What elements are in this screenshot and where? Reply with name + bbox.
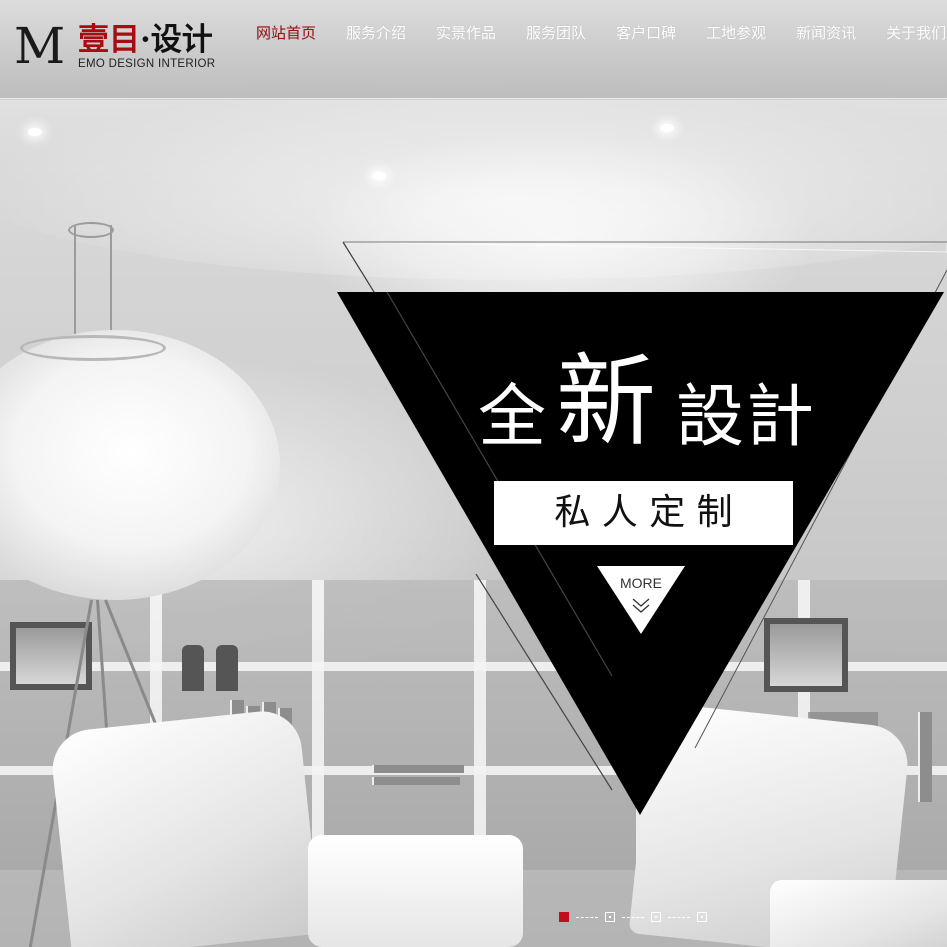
nav-item-home[interactable]: 网站首页	[256, 20, 316, 48]
logo-title-black: ·设计	[140, 22, 213, 58]
slider-dot[interactable]	[697, 912, 707, 922]
slider-dot[interactable]	[605, 912, 615, 922]
triangle-outline-line	[342, 241, 947, 253]
slider-pagination	[559, 911, 707, 923]
slider-separator	[668, 916, 690, 918]
logo-title: 壹目·设计	[78, 22, 213, 58]
headline-char: 全	[478, 378, 547, 457]
nav-item-site-visits[interactable]: 工地参观	[706, 20, 766, 48]
site-header: M 壹目·设计 EMO DESIGN INTERIOR 网站首页 服务介绍 实景…	[0, 0, 947, 99]
nav-item-team[interactable]: 服务团队	[526, 20, 586, 48]
logo-mark: M	[14, 17, 65, 75]
slider-separator	[576, 916, 598, 918]
nav-item-news[interactable]: 新闻资讯	[796, 20, 856, 48]
logo-tagline: EMO DESIGN INTERIOR	[78, 58, 216, 70]
hero-banner: 全 新 設計 私 人 定 制 MORE	[0, 0, 947, 947]
nav-item-reviews[interactable]: 客户口碑	[616, 20, 676, 48]
nav-item-about[interactable]: 关于我们	[886, 20, 946, 48]
banner-headline: 全 新 設計	[478, 350, 838, 460]
slider-dot[interactable]	[651, 912, 661, 922]
slider-dot[interactable]	[559, 912, 569, 922]
headline-char-large: 新	[556, 343, 656, 460]
logo-title-red: 壹目	[78, 22, 140, 58]
more-button[interactable]: MORE	[597, 575, 685, 591]
banner-subtitle: 私 人 定 制	[554, 492, 733, 533]
banner-triangle-graphic	[337, 241, 947, 815]
nav-item-services[interactable]: 服务介绍	[346, 20, 406, 48]
main-nav: 网站首页 服务介绍 实景作品 服务团队 客户口碑 工地参观 新闻资讯 关于我们	[256, 20, 947, 48]
site-logo[interactable]: M 壹目·设计 EMO DESIGN INTERIOR	[14, 20, 229, 76]
slider-separator	[622, 916, 644, 918]
headline-char: 設計	[676, 378, 817, 457]
nav-item-works[interactable]: 实景作品	[436, 20, 496, 48]
